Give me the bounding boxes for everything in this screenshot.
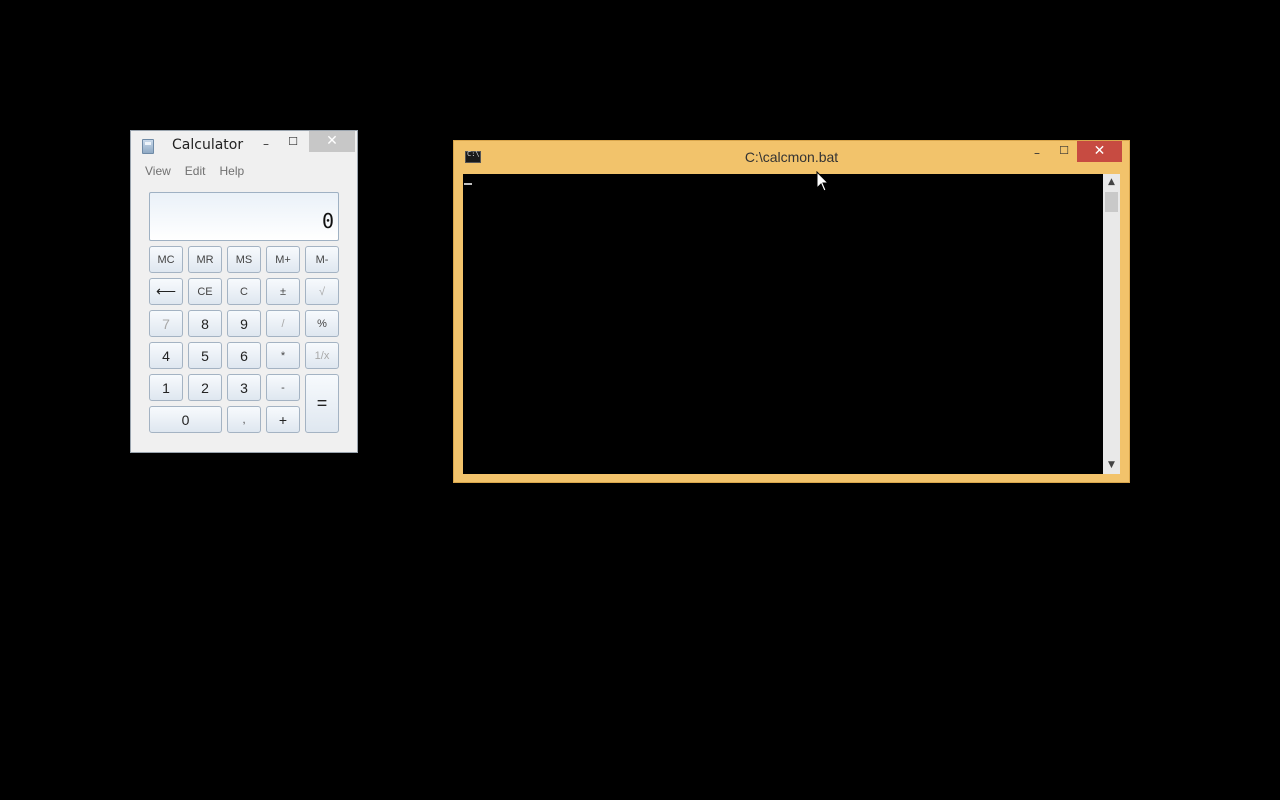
console-close-button[interactable]: ✕	[1077, 141, 1122, 162]
console-maximize-button[interactable]: ☐	[1053, 141, 1075, 162]
menu-edit[interactable]: Edit	[185, 161, 206, 183]
ms-button[interactable]: MS	[227, 246, 261, 273]
digit-3-button[interactable]: 3	[227, 374, 261, 401]
decimal-button[interactable]: ,	[227, 406, 261, 433]
console-window: C:\calcmon.bat – ☐ ✕ ▲ ▼	[453, 140, 1130, 483]
text-cursor	[464, 183, 472, 185]
m-plus-button[interactable]: M+	[266, 246, 300, 273]
equals-button[interactable]: =	[305, 374, 339, 433]
clear-button[interactable]: C	[227, 278, 261, 305]
calculator-window: Calculator – ☐ ✕ View Edit Help 0 MC MR …	[130, 130, 358, 453]
console-output-area[interactable]	[463, 174, 1103, 474]
desktop: Calculator – ☐ ✕ View Edit Help 0 MC MR …	[0, 0, 1280, 800]
reciprocal-button[interactable]: 1/x	[305, 342, 339, 369]
digit-8-button[interactable]: 8	[188, 310, 222, 337]
digit-1-button[interactable]: 1	[149, 374, 183, 401]
scroll-down-arrow-icon[interactable]: ▼	[1103, 457, 1120, 474]
scrollbar-thumb[interactable]	[1105, 192, 1118, 212]
display-value: 0	[321, 209, 334, 233]
calculator-app-icon	[142, 139, 154, 154]
mr-button[interactable]: MR	[188, 246, 222, 273]
console-titlebar[interactable]: C:\calcmon.bat – ☐ ✕	[454, 141, 1129, 173]
digit-7-button[interactable]: 7	[149, 310, 183, 337]
calculator-close-button[interactable]: ✕	[309, 131, 355, 152]
plus-minus-button[interactable]: ±	[266, 278, 300, 305]
mc-button[interactable]: MC	[149, 246, 183, 273]
sqrt-button[interactable]: √	[305, 278, 339, 305]
digit-6-button[interactable]: 6	[227, 342, 261, 369]
ce-button[interactable]: CE	[188, 278, 222, 305]
digit-4-button[interactable]: 4	[149, 342, 183, 369]
plus-button[interactable]: +	[266, 406, 300, 433]
calculator-minimize-button[interactable]: –	[255, 134, 277, 155]
console-minimize-button[interactable]: –	[1026, 143, 1048, 164]
mouse-pointer-icon	[816, 171, 830, 192]
calculator-titlebar[interactable]: Calculator – ☐ ✕	[131, 131, 357, 161]
divide-button[interactable]: /	[266, 310, 300, 337]
calculator-title: Calculator	[172, 137, 244, 153]
calculator-display: 0	[149, 192, 339, 241]
console-scrollbar[interactable]: ▲ ▼	[1103, 174, 1120, 474]
calculator-menu-bar: View Edit Help	[131, 161, 357, 183]
m-minus-button[interactable]: M-	[305, 246, 339, 273]
menu-help[interactable]: Help	[219, 161, 244, 183]
minus-button[interactable]: -	[266, 374, 300, 401]
scroll-up-arrow-icon[interactable]: ▲	[1103, 174, 1120, 191]
digit-9-button[interactable]: 9	[227, 310, 261, 337]
digit-0-button[interactable]: 0	[149, 406, 222, 433]
digit-2-button[interactable]: 2	[188, 374, 222, 401]
menu-view[interactable]: View	[145, 161, 171, 183]
backspace-button[interactable]: ⟵	[149, 278, 183, 305]
digit-5-button[interactable]: 5	[188, 342, 222, 369]
multiply-button[interactable]: *	[266, 342, 300, 369]
percent-button[interactable]: %	[305, 310, 339, 337]
calculator-maximize-button[interactable]: ☐	[282, 132, 304, 153]
